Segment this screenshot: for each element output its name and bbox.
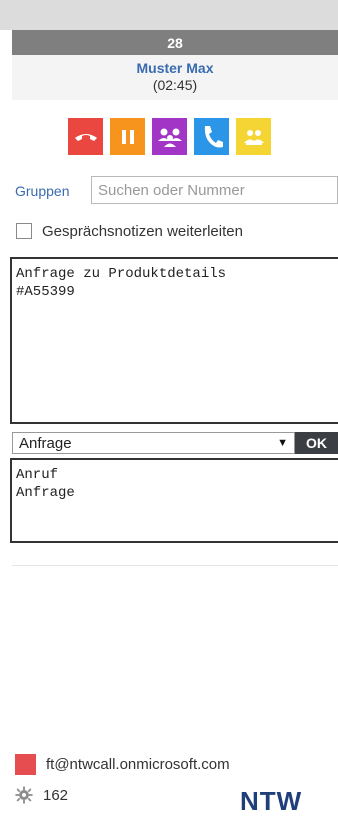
ntw-logo: NTW — [240, 786, 303, 816]
forward-notes-checkbox[interactable] — [16, 223, 32, 239]
search-row: Gruppen Suchen oder Nummer — [12, 176, 338, 206]
category-option-anfrage[interactable]: Anfrage — [16, 484, 334, 502]
top-bar — [0, 0, 338, 30]
category-row: Anfrage ▼ OK — [12, 432, 338, 456]
caller-name: Muster Max — [136, 60, 214, 76]
call-counter-value: 28 — [167, 34, 183, 51]
call-notes-textarea[interactable]: Anfrage zu Produktdetails #A55399 — [10, 257, 338, 424]
conference-button[interactable] — [152, 118, 187, 155]
groups-link[interactable]: Gruppen — [15, 183, 91, 199]
presence-status-indicator[interactable] — [15, 753, 36, 775]
dropdown-arrow-icon: ▼ — [277, 437, 288, 449]
ok-button[interactable]: OK — [295, 432, 338, 454]
category-selected: Anfrage — [19, 434, 72, 452]
forward-notes-row: Gesprächsnotizen weiterleiten — [16, 221, 243, 241]
hangup-button[interactable] — [68, 118, 103, 155]
divider — [12, 565, 338, 566]
phone-button[interactable] — [194, 118, 229, 155]
user-email: ft@ntwcall.onmicrosoft.com — [46, 755, 230, 773]
user-status: ft@ntwcall.onmicrosoft.com — [12, 752, 338, 776]
category-select[interactable]: Anfrage ▼ — [12, 432, 295, 454]
category-option-anruf[interactable]: Anruf — [16, 466, 334, 484]
contacts-icon — [243, 129, 264, 145]
pause-icon — [121, 129, 134, 144]
call-actions — [68, 118, 271, 158]
search-input[interactable]: Suchen oder Nummer — [91, 176, 338, 204]
category-options-list: Anruf Anfrage — [10, 458, 338, 543]
caller-info: Muster Max (02:45) — [12, 55, 338, 100]
hangup-icon — [74, 133, 97, 141]
extension-number: 162 — [43, 786, 69, 804]
call-counter: 28 — [12, 30, 338, 55]
gear-icon[interactable] — [15, 786, 33, 804]
conference-icon — [157, 128, 182, 147]
contacts-button[interactable] — [236, 118, 271, 155]
forward-notes-label: Gesprächsnotizen weiterleiten — [42, 222, 243, 240]
search-placeholder: Suchen oder Nummer — [98, 181, 245, 199]
pause-button[interactable] — [110, 118, 145, 155]
phone-icon — [204, 125, 223, 147]
call-duration: (02:45) — [152, 77, 198, 93]
